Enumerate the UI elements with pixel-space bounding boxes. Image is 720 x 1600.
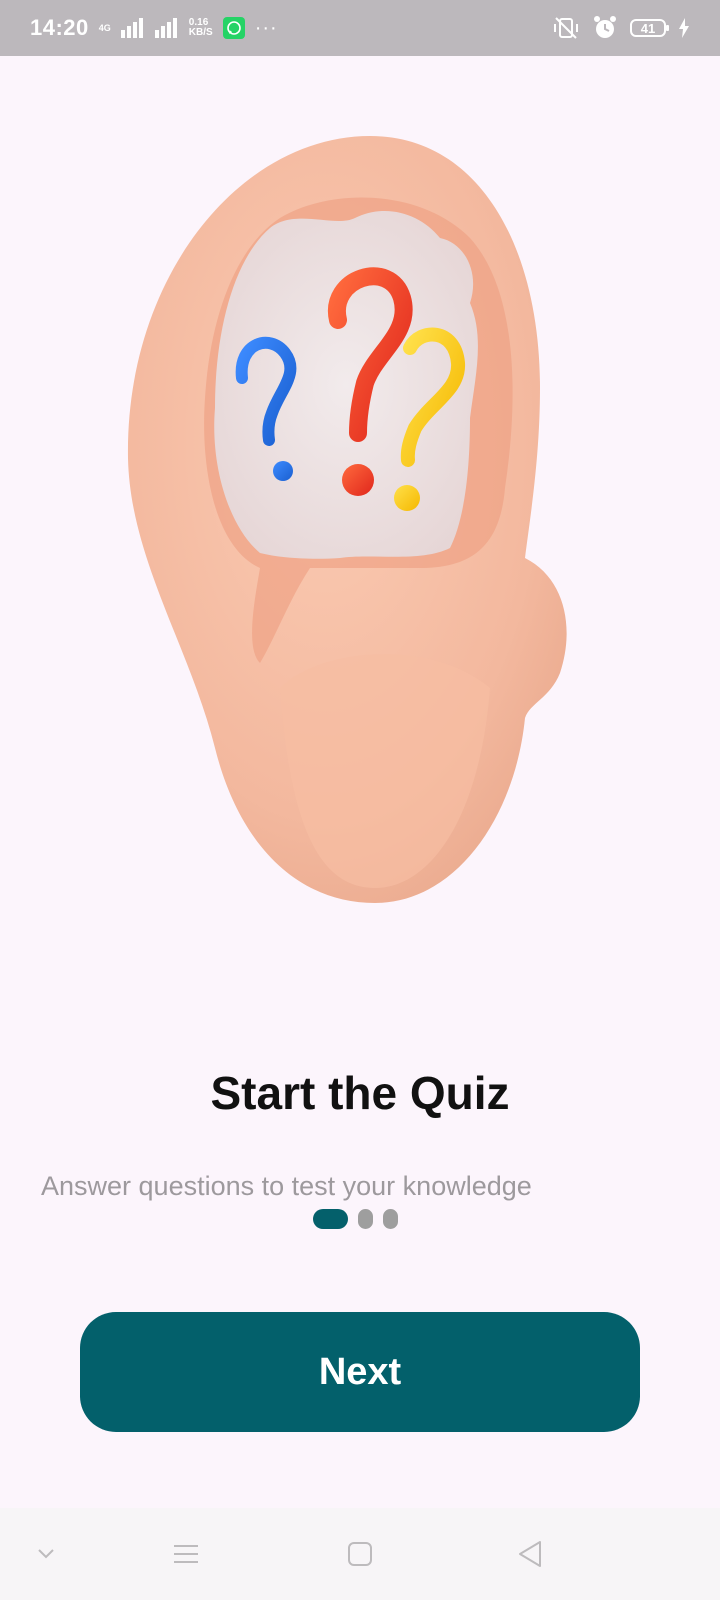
mute-vibrate-icon xyxy=(554,17,578,39)
battery-icon: 41 xyxy=(630,19,669,37)
status-bar: 14:20 4G 0.16 KB/S ··· 41 xyxy=(0,0,720,56)
home-button[interactable] xyxy=(338,1532,382,1576)
alarm-icon xyxy=(594,16,616,38)
page-dot-active xyxy=(313,1209,348,1229)
charging-icon xyxy=(679,18,689,38)
status-left: 14:20 4G 0.16 KB/S ··· xyxy=(30,15,278,41)
page-title: Start the Quiz xyxy=(210,1067,510,1119)
home-icon xyxy=(348,1542,372,1566)
status-time: 14:20 xyxy=(30,15,89,40)
back-icon xyxy=(519,1541,541,1567)
net-speed: 0.16 KB/S xyxy=(189,18,213,38)
signal-icon xyxy=(154,18,177,38)
menu-icon xyxy=(174,1545,198,1563)
page-subtitle: Answer questions to test your knowledge xyxy=(41,1171,532,1201)
page-indicator xyxy=(313,1209,398,1229)
page-dot xyxy=(383,1209,398,1229)
next-button[interactable]: Next xyxy=(80,1312,640,1432)
network-type: 4G xyxy=(98,22,111,33)
whatsapp-icon xyxy=(222,17,245,39)
net-speed-unit: KB/S xyxy=(188,27,213,38)
chevron-down-icon xyxy=(38,1549,54,1559)
collapse-button[interactable] xyxy=(24,1532,68,1576)
page-dot xyxy=(358,1209,373,1229)
menu-button[interactable] xyxy=(164,1532,208,1576)
more-indicator: ··· xyxy=(254,17,278,39)
signal-icon xyxy=(120,18,143,38)
status-right: 41 xyxy=(552,15,690,41)
ear-question-illustration xyxy=(127,136,567,903)
ear-inner-cloud xyxy=(214,210,478,559)
back-button[interactable] xyxy=(508,1532,552,1576)
battery-level: 41 xyxy=(640,20,656,36)
system-nav-bar xyxy=(0,1508,720,1600)
data-arrows-icon: 4G xyxy=(98,22,111,33)
